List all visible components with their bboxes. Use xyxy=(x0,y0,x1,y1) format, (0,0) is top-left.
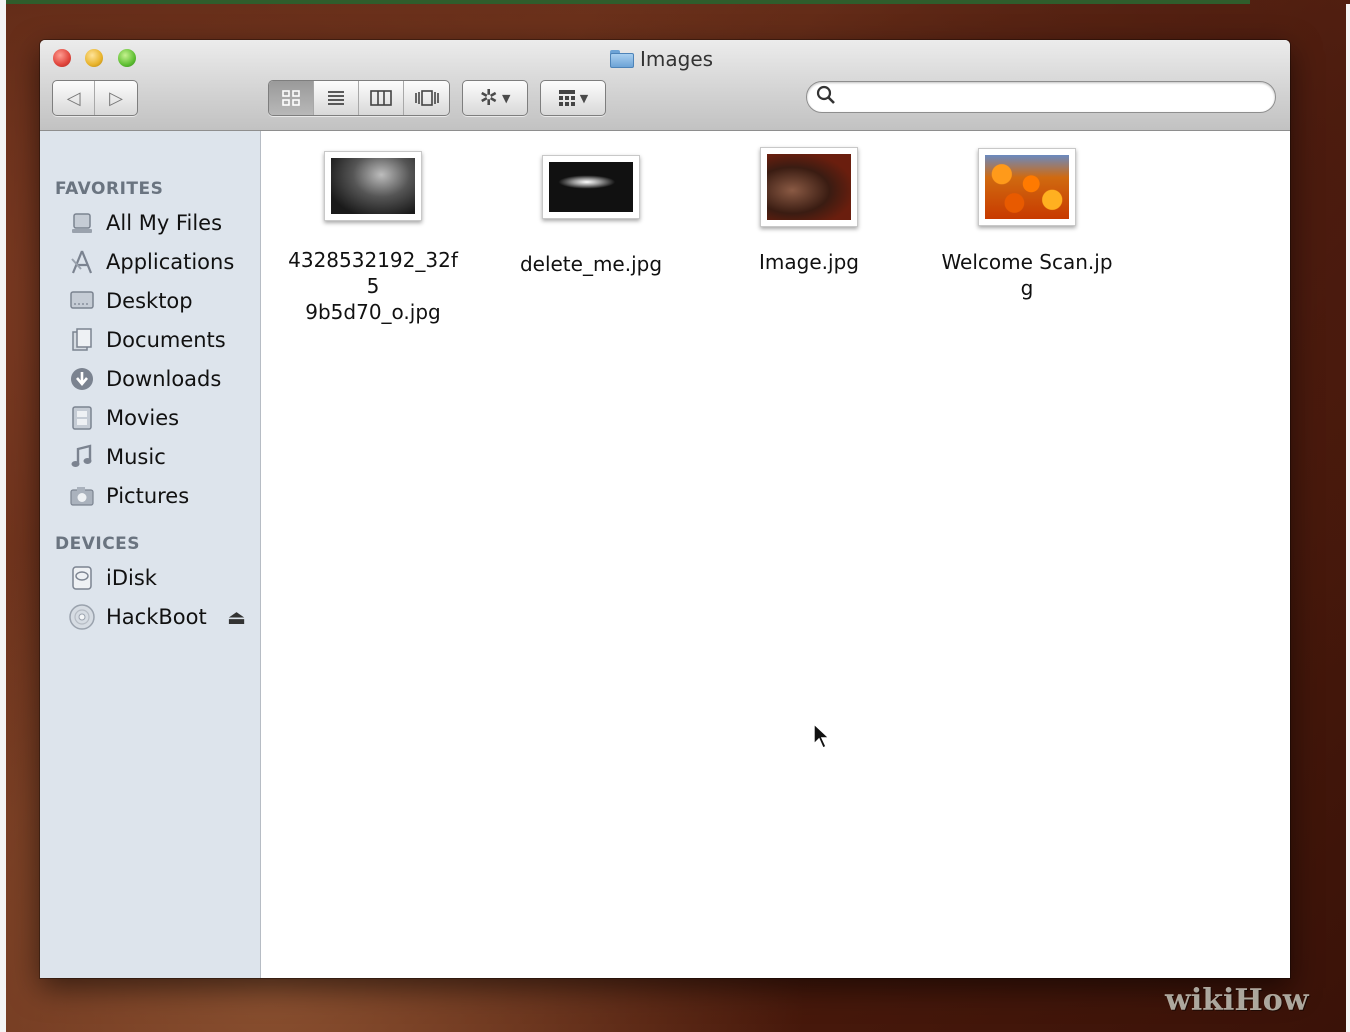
back-button[interactable]: ◁ xyxy=(53,81,95,115)
file-thumbnail xyxy=(760,147,858,227)
sidebar-item-pictures[interactable]: Pictures xyxy=(68,481,258,511)
favorites-header: FAVORITES xyxy=(55,179,164,199)
sidebar-item-label: Desktop xyxy=(106,289,193,313)
forward-arrow-icon: ▷ xyxy=(109,87,123,109)
cover-flow-icon xyxy=(414,90,439,106)
search-input[interactable] xyxy=(841,83,1275,111)
sidebar-item-label: iDisk xyxy=(106,566,157,590)
file-name: Image.jpg xyxy=(759,250,859,274)
file-name: delete_me.jpg xyxy=(519,252,663,276)
column-view-button[interactable] xyxy=(359,81,404,115)
mouse-cursor-icon xyxy=(813,722,831,749)
action-menu-button-group: ✲ ▼ xyxy=(462,80,528,116)
sidebar-item-applications[interactable]: Applications xyxy=(68,247,258,277)
sidebar: FAVORITES All My Files Applications Desk… xyxy=(40,131,261,978)
search-icon xyxy=(811,85,841,110)
sidebar-item-label: All My Files xyxy=(106,211,223,235)
file-name: Welcome Scan.jpg xyxy=(941,250,1113,300)
arrange-menu-button-group: ▼ xyxy=(540,80,606,116)
sidebar-item-label: HackBoot xyxy=(106,605,207,629)
list-view-icon xyxy=(328,91,344,105)
flowers-photo-thumbnail xyxy=(985,155,1069,219)
devices-header: DEVICES xyxy=(55,534,141,554)
finder-window: Images ◁ ▷ ✲ ▼ ▼ FAVORITES All My Files … xyxy=(40,40,1290,978)
eject-icon[interactable]: ⏏ xyxy=(227,605,246,629)
sidebar-item-downloads[interactable]: Downloads xyxy=(68,364,258,394)
window-title: Images xyxy=(610,46,713,72)
sidebar-item-label: Pictures xyxy=(106,484,190,508)
documents-icon xyxy=(68,326,96,354)
sidebar-item-movies[interactable]: Movies xyxy=(68,403,258,433)
top-edge-strip xyxy=(0,0,1250,4)
applications-icon xyxy=(68,248,96,276)
sidebar-item-label: Downloads xyxy=(106,367,222,391)
cover-flow-view-button[interactable] xyxy=(404,81,449,115)
file-browser-content: 4328532192_32f5 9b5d70_o.jpg delete_me.j… xyxy=(261,131,1290,978)
chevron-down-icon: ▼ xyxy=(579,91,589,105)
statue-photo-thumbnail xyxy=(767,154,851,220)
file-name-line: 9b5d70_o.jpg xyxy=(305,300,441,324)
folder-icon xyxy=(610,50,634,68)
left-edge-strip xyxy=(0,0,6,1032)
file-thumbnail xyxy=(324,151,422,221)
forward-button[interactable]: ▷ xyxy=(95,81,137,115)
titlebar: Images ◁ ▷ ✲ ▼ ▼ xyxy=(40,40,1290,131)
arrange-grid-icon xyxy=(558,90,575,106)
zoom-button[interactable] xyxy=(118,49,136,67)
file-item[interactable]: Image.jpg xyxy=(709,147,909,275)
music-icon xyxy=(68,443,96,471)
idisk-icon xyxy=(68,564,96,592)
sidebar-item-music[interactable]: Music xyxy=(68,442,258,472)
sidebar-item-all-my-files[interactable]: All My Files xyxy=(68,208,258,238)
movies-icon xyxy=(68,404,96,432)
sidebar-item-desktop[interactable]: Desktop xyxy=(68,286,258,316)
column-view-icon xyxy=(370,90,392,106)
chevron-down-icon: ▼ xyxy=(501,91,511,105)
sidebar-item-label: Documents xyxy=(106,328,226,352)
wikihow-watermark: wikiHow xyxy=(1165,983,1309,1018)
sidebar-item-idisk[interactable]: iDisk xyxy=(68,563,258,593)
file-thumbnail xyxy=(542,155,640,219)
all-files-icon xyxy=(68,209,96,237)
close-button[interactable] xyxy=(53,49,71,67)
desktop-icon xyxy=(68,287,96,315)
icon-view-icon xyxy=(282,90,300,106)
file-name: 4328532192_32f5 9b5d70_o.jpg xyxy=(273,247,473,325)
arrange-menu-button[interactable]: ▼ xyxy=(541,81,605,115)
pictures-icon xyxy=(68,482,96,510)
galaxy-photo-thumbnail xyxy=(549,162,633,212)
right-edge-strip xyxy=(1346,4,1350,1032)
gear-icon: ✲ xyxy=(479,85,498,111)
file-thumbnail xyxy=(978,148,1076,226)
horse-photo-thumbnail xyxy=(331,158,415,214)
window-title-text: Images xyxy=(640,47,714,71)
file-item[interactable]: Welcome Scan.jpg xyxy=(927,148,1127,301)
search-field[interactable] xyxy=(806,81,1276,113)
icon-view-button[interactable] xyxy=(269,81,314,115)
file-item[interactable]: 4328532192_32f5 9b5d70_o.jpg xyxy=(273,151,473,325)
disk-icon xyxy=(68,603,96,631)
file-item[interactable]: delete_me.jpg xyxy=(491,151,691,277)
file-name-line: 4328532192_32f5 xyxy=(288,248,458,298)
sidebar-item-label: Applications xyxy=(106,250,235,274)
list-view-button[interactable] xyxy=(314,81,359,115)
back-arrow-icon: ◁ xyxy=(66,87,81,109)
downloads-icon xyxy=(68,365,96,393)
sidebar-item-label: Movies xyxy=(106,406,180,430)
navigation-buttons: ◁ ▷ xyxy=(52,80,138,116)
sidebar-item-hackboot[interactable]: HackBoot ⏏ xyxy=(68,602,258,632)
desktop-background: Images ◁ ▷ ✲ ▼ ▼ FAVORITES All My Files … xyxy=(0,0,1350,1032)
sidebar-item-label: Music xyxy=(106,445,166,469)
action-menu-button[interactable]: ✲ ▼ xyxy=(463,81,527,115)
view-mode-buttons xyxy=(268,80,450,116)
minimize-button[interactable] xyxy=(85,49,103,67)
sidebar-item-documents[interactable]: Documents xyxy=(68,325,258,355)
